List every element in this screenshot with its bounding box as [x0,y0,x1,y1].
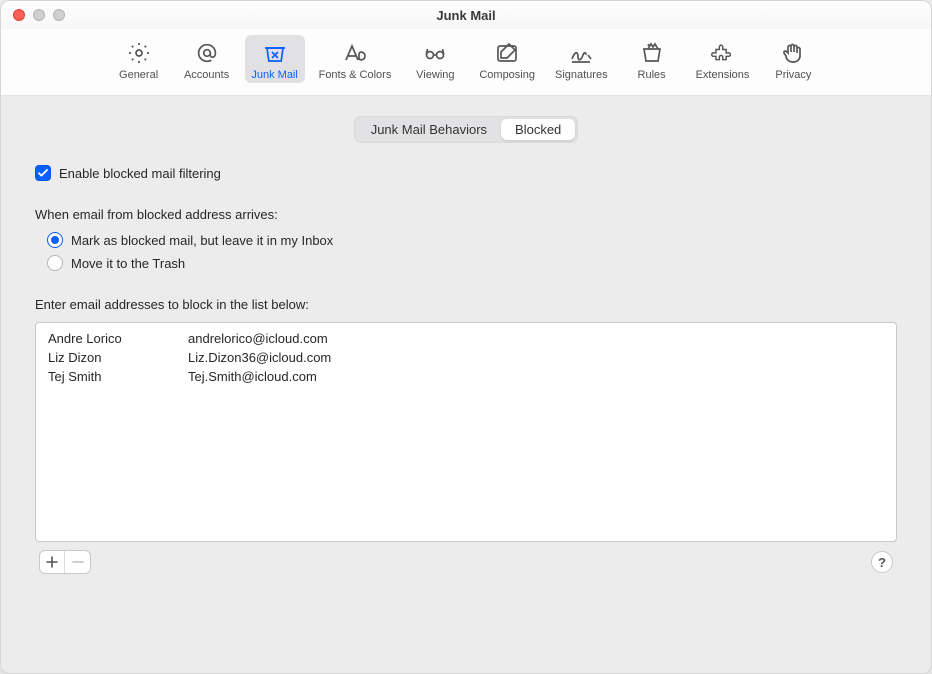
toolbar-item-signatures[interactable]: Signatures [549,35,614,83]
gear-icon [125,39,153,67]
enable-blocked-checkbox-row[interactable]: Enable blocked mail filtering [35,165,897,181]
toolbar-label-signatures: Signatures [555,69,608,81]
add-remove-group [39,550,91,574]
radio-leave-label: Mark as blocked mail, but leave it in my… [71,233,333,248]
compose-icon [493,39,521,67]
radio-move-to-trash[interactable] [47,255,63,271]
blocked-name: Liz Dizon [48,350,188,365]
glasses-icon [421,39,449,67]
tab-junk-mail-behaviors[interactable]: Junk Mail Behaviors [357,119,501,140]
toolbar-label-junk-mail: Junk Mail [251,69,297,81]
toolbar-label-privacy: Privacy [775,69,811,81]
toolbar-label-accounts: Accounts [184,69,229,81]
puzzle-icon [708,39,736,67]
toolbar-item-rules[interactable]: Rules [622,35,682,83]
arrives-radio-group: Mark as blocked mail, but leave it in my… [47,232,897,271]
tab-blocked[interactable]: Blocked [501,119,575,140]
plus-icon [46,556,58,568]
hand-icon [779,39,807,67]
signature-icon [567,39,595,67]
content-area: Junk Mail Behaviors Blocked Enable block… [1,96,931,673]
arrives-heading: When email from blocked address arrives: [35,207,897,222]
blocked-email: andrelorico@icloud.com [188,331,328,346]
toolbar-label-extensions: Extensions [696,69,750,81]
fonts-icon [341,39,369,67]
blocked-email: Liz.Dizon36@icloud.com [188,350,331,365]
toolbar-label-composing: Composing [479,69,535,81]
toolbar-item-accounts[interactable]: Accounts [177,35,237,83]
list-controls: ? [35,542,897,574]
minus-icon [72,556,84,568]
toolbar-item-junk-mail[interactable]: Junk Mail [245,35,305,83]
preferences-toolbar: General Accounts Junk Mail [1,29,931,96]
blocked-name: Andre Lorico [48,331,188,346]
enable-blocked-checkbox[interactable] [35,165,51,181]
segmented-control: Junk Mail Behaviors Blocked [354,116,579,143]
list-item[interactable]: Tej Smith Tej.Smith@icloud.com [36,367,896,386]
junk-mail-icon [261,39,289,67]
radio-leave-in-inbox[interactable] [47,232,63,248]
toolbar-label-fonts: Fonts & Colors [319,69,392,81]
toolbar-item-viewing[interactable]: Viewing [405,35,465,83]
help-button[interactable]: ? [871,551,893,573]
rules-icon [638,39,666,67]
toolbar-label-viewing: Viewing [416,69,454,81]
toolbar-label-rules: Rules [638,69,666,81]
titlebar: Junk Mail [1,1,931,29]
preferences-window: Junk Mail General Accounts [0,0,932,674]
remove-button[interactable] [65,551,90,573]
blocked-panel: Enable blocked mail filtering When email… [15,161,917,578]
blocked-name: Tej Smith [48,369,188,384]
toolbar-item-composing[interactable]: Composing [473,35,541,83]
list-item[interactable]: Liz Dizon Liz.Dizon36@icloud.com [36,348,896,367]
toolbar-item-privacy[interactable]: Privacy [763,35,823,83]
list-heading: Enter email addresses to block in the li… [35,297,897,312]
segmented-control-wrap: Junk Mail Behaviors Blocked [15,110,917,161]
toolbar-item-fonts[interactable]: Fonts & Colors [313,35,398,83]
blocked-email: Tej.Smith@icloud.com [188,369,317,384]
radio-trash-label: Move it to the Trash [71,256,185,271]
toolbar-item-general[interactable]: General [109,35,169,83]
blocked-addresses-list[interactable]: Andre Lorico andrelorico@icloud.com Liz … [35,322,897,542]
add-button[interactable] [40,551,65,573]
check-icon [37,167,49,179]
help-icon: ? [878,555,886,570]
list-item[interactable]: Andre Lorico andrelorico@icloud.com [36,329,896,348]
radio-row-move-to-trash[interactable]: Move it to the Trash [47,255,897,271]
at-sign-icon [193,39,221,67]
enable-blocked-label: Enable blocked mail filtering [59,166,221,181]
toolbar-item-extensions[interactable]: Extensions [690,35,756,83]
window-title: Junk Mail [1,8,931,23]
toolbar-label-general: General [119,69,158,81]
radio-row-leave-in-inbox[interactable]: Mark as blocked mail, but leave it in my… [47,232,897,248]
